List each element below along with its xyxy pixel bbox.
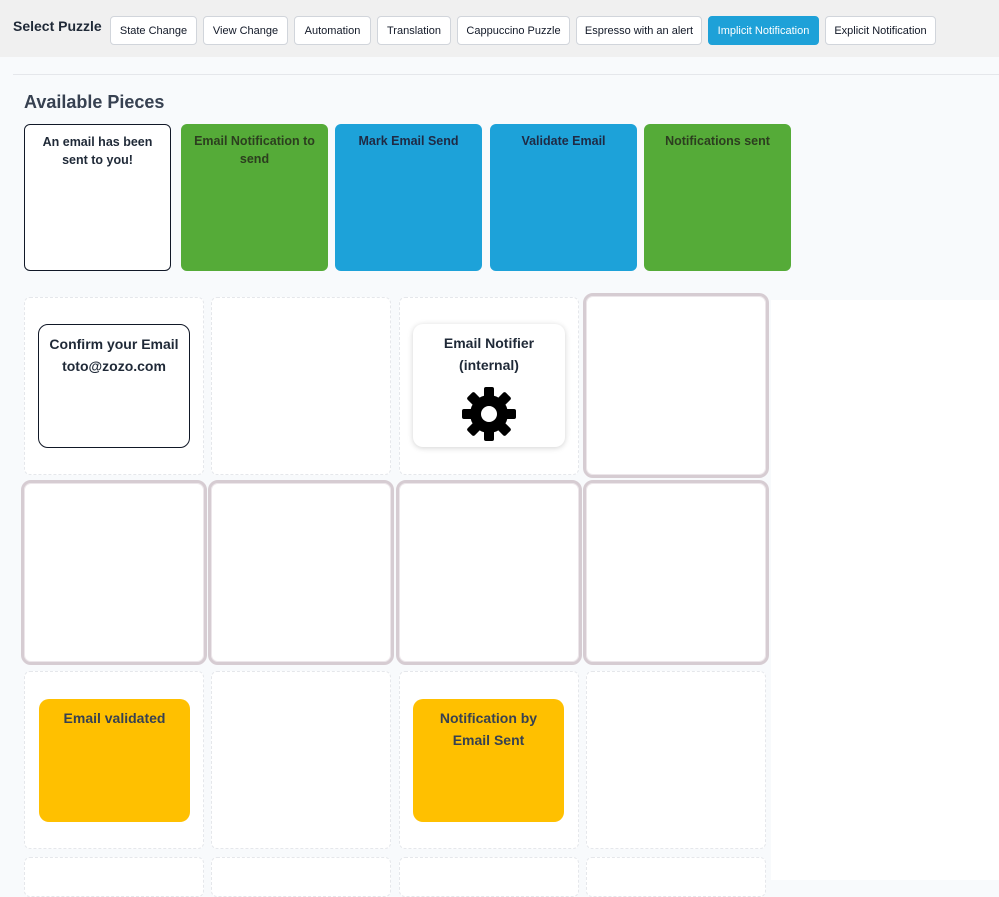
email-notifier-card[interactable]: Email Notifier (internal) — [413, 324, 565, 447]
puzzle-button-espresso[interactable]: Espresso with an alert — [576, 16, 702, 45]
board-cell — [586, 671, 766, 849]
board-cell — [24, 857, 204, 897]
drop-slot[interactable] — [583, 480, 769, 665]
piece-email-sent[interactable]: An email has been sent to you! — [24, 124, 171, 271]
email-notifier-subtitle: (internal) — [459, 357, 519, 373]
board-cell — [211, 671, 391, 849]
email-validated-label: Email validated — [63, 710, 166, 726]
notification-email-sent-card[interactable]: Notification by Email Sent — [413, 699, 564, 822]
divider — [13, 74, 999, 75]
piece-notifications-sent[interactable]: Notifications sent — [644, 124, 791, 271]
puzzle-toolbar: Select Puzzle State Change View Change A… — [0, 0, 999, 57]
puzzle-button-view-change[interactable]: View Change — [203, 16, 288, 45]
board-cell — [211, 857, 391, 897]
confirm-email-card[interactable]: Confirm your Email toto@zozo.com — [38, 324, 190, 448]
email-notifier-title: Email Notifier — [443, 335, 535, 351]
drop-slot[interactable] — [21, 480, 207, 665]
email-validated-card[interactable]: Email validated — [39, 699, 190, 822]
board-cell — [211, 297, 391, 475]
puzzle-button-translation[interactable]: Translation — [377, 16, 451, 45]
puzzle-button-implicit-notification[interactable]: Implicit Notification — [708, 16, 819, 45]
board-background — [771, 300, 999, 880]
piece-mark-email-send[interactable]: Mark Email Send — [335, 124, 482, 271]
drop-slot[interactable] — [396, 480, 582, 665]
puzzle-button-automation[interactable]: Automation — [294, 16, 371, 45]
gear-icon — [462, 387, 516, 441]
piece-email-notification-to-send[interactable]: Email Notification to send — [181, 124, 328, 271]
puzzle-button-state-change[interactable]: State Change — [110, 16, 197, 45]
piece-validate-email[interactable]: Validate Email — [490, 124, 637, 271]
puzzle-button-cappuccino[interactable]: Cappuccino Puzzle — [457, 16, 570, 45]
drop-slot[interactable] — [583, 293, 769, 478]
confirm-email-address: toto@zozo.com — [62, 358, 166, 374]
puzzle-button-explicit-notification[interactable]: Explicit Notification — [825, 16, 936, 45]
drop-slot[interactable] — [208, 480, 394, 665]
notification-card-line2: Email Sent — [452, 732, 525, 748]
available-pieces-title: Available Pieces — [24, 92, 165, 112]
board-cell — [586, 857, 766, 897]
notification-card-line1: Notification by — [439, 710, 538, 726]
confirm-email-title: Confirm your Email — [49, 336, 179, 352]
board-cell — [399, 857, 579, 897]
toolbar-title: Select Puzzle — [13, 18, 102, 34]
